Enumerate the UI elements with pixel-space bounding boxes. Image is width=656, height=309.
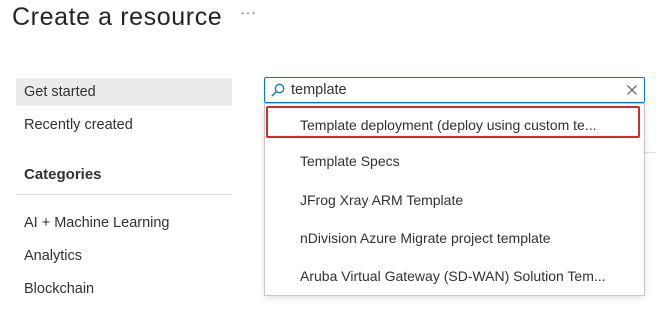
suggestion-item[interactable]: Template Specs (265, 142, 644, 180)
close-icon[interactable] (626, 84, 638, 96)
suggestion-item[interactable]: Template deployment (deploy using custom… (265, 106, 644, 144)
categories-divider (16, 194, 232, 195)
search-input[interactable] (291, 80, 611, 100)
search-box[interactable] (264, 77, 645, 103)
nav-item-get-started[interactable]: Get started (16, 78, 232, 106)
categories-heading: Categories (24, 166, 102, 183)
right-divider (645, 152, 656, 153)
more-icon[interactable]: ··· (240, 4, 257, 20)
nav-item-recently-created[interactable]: Recently created (16, 111, 232, 139)
suggestion-item[interactable]: Aruba Virtual Gateway (SD-WAN) Solution … (265, 257, 644, 295)
suggestion-item[interactable]: JFrog Xray ARM Template (265, 181, 644, 219)
category-blockchain[interactable]: Blockchain (16, 275, 232, 303)
category-ai-machine-learning[interactable]: AI + Machine Learning (16, 209, 232, 237)
page-title: Create a resource (12, 3, 223, 31)
category-analytics[interactable]: Analytics (16, 242, 232, 270)
search-icon (271, 83, 285, 97)
suggestion-item[interactable]: nDivision Azure Migrate project template (265, 219, 644, 257)
search-suggestions-dropdown: Template deployment (deploy using custom… (264, 103, 645, 296)
